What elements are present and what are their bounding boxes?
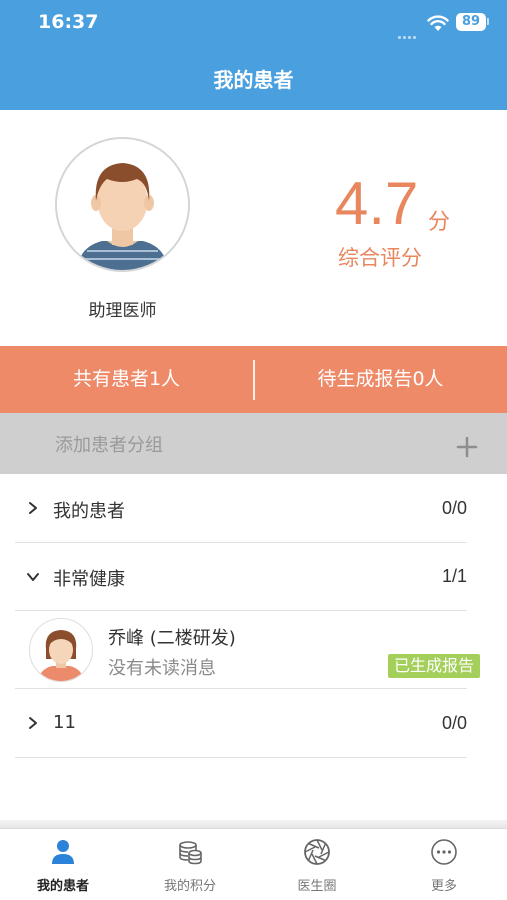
patient-row[interactable]: 乔峰 (二楼研发) 没有未读消息 已生成报告	[15, 610, 480, 689]
status-bar: 16:37 89	[0, 0, 507, 44]
doctor-avatar[interactable]	[55, 137, 190, 272]
chevron-right-icon	[29, 502, 37, 514]
tabbar-shadow	[0, 820, 507, 828]
wifi-icon	[427, 15, 449, 31]
group-count: 0/0	[441, 713, 467, 733]
tab-more[interactable]: 更多	[381, 829, 507, 900]
group-row[interactable]: 非常健康 1/1	[15, 543, 467, 611]
tab-label: 我的患者	[36, 879, 89, 894]
page-title: 我的患者	[213, 68, 294, 92]
person-icon	[52, 840, 74, 864]
profile-section: 助理医师 4.7 分 综合评分	[0, 110, 507, 346]
coins-icon	[179, 841, 202, 865]
patient-message-status: 没有未读消息	[108, 658, 216, 679]
group-count: 0/0	[441, 498, 467, 518]
group-name: 11	[53, 712, 76, 733]
doctor-role: 助理医师	[88, 301, 157, 321]
group-name: 非常健康	[53, 569, 125, 590]
header: 16:37 89 我的患者	[0, 0, 507, 110]
rating-block: 4.7 分 综合评分	[300, 168, 480, 278]
patient-avatar	[29, 618, 93, 682]
chevron-right-icon	[29, 717, 37, 729]
tab-label: 医生圈	[297, 879, 337, 894]
tab-label: 更多	[430, 879, 457, 894]
tab-doctor-circle[interactable]: 医生圈	[254, 829, 380, 900]
rating-unit: 分	[428, 210, 451, 235]
pending-reports-stat[interactable]: 待生成报告0人	[254, 346, 507, 413]
bottom-tab-bar: 我的患者 我的积分 医生圈 更多	[0, 828, 507, 900]
rating-score: 4.7	[335, 170, 419, 237]
group-row[interactable]: 我的患者 0/0	[15, 475, 467, 543]
status-time: 16:37	[38, 11, 99, 33]
male-avatar-icon	[57, 139, 188, 270]
chevron-down-icon	[27, 573, 39, 581]
group-row[interactable]: 11 0/0	[15, 690, 467, 758]
aperture-icon	[304, 839, 330, 865]
patient-stats-bar: 共有患者1人 待生成报告0人	[0, 346, 507, 413]
tab-my-patients[interactable]: 我的患者	[0, 829, 126, 900]
plus-icon[interactable]	[456, 436, 478, 458]
battery-icon: 89	[456, 13, 486, 31]
patient-name: 乔峰 (二楼研发)	[108, 628, 236, 649]
rating-label: 综合评分	[338, 246, 422, 270]
add-group-bar[interactable]: 添加患者分组	[0, 413, 507, 474]
group-count: 1/1	[441, 566, 467, 586]
add-group-label: 添加患者分组	[55, 435, 163, 456]
more-icon	[431, 839, 457, 865]
battery-cap	[487, 18, 489, 25]
report-status-badge: 已生成报告	[387, 654, 480, 678]
tab-my-points[interactable]: 我的积分	[127, 829, 253, 900]
cellular-signal-icon	[398, 24, 420, 39]
female-avatar-icon	[30, 619, 92, 681]
total-patients-stat[interactable]: 共有患者1人	[0, 346, 253, 413]
tab-label: 我的积分	[163, 879, 216, 894]
group-name: 我的患者	[53, 501, 125, 522]
